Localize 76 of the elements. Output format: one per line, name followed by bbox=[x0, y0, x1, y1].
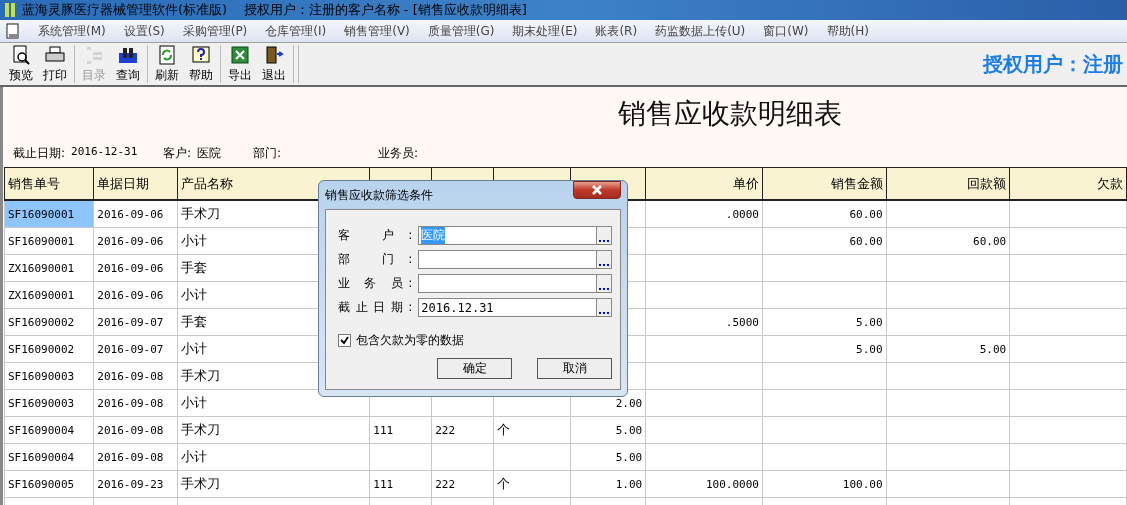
table-cell: 60.00 bbox=[886, 227, 1010, 255]
report-title: 销售应收款明细表 bbox=[618, 96, 842, 132]
filter-value: 医院 bbox=[197, 145, 222, 162]
menu-item[interactable]: 窗口(W) bbox=[763, 22, 809, 40]
table-cell: 5.00 bbox=[886, 335, 1010, 363]
table-cell: SF16090001 bbox=[4, 227, 94, 255]
table-cell: SF16090002 bbox=[4, 335, 94, 363]
input-field[interactable]: 2016.12.31 bbox=[418, 298, 612, 317]
column-header[interactable]: 回款额 bbox=[886, 167, 1010, 200]
table-cell: 60.00 bbox=[762, 200, 887, 228]
table-cell: 1.00 bbox=[570, 470, 646, 498]
table-cell: 2016-09-08 bbox=[93, 443, 178, 471]
table-cell: 60.00 bbox=[762, 227, 887, 255]
table-cell: SF16090003 bbox=[4, 389, 94, 417]
menu-item[interactable]: 系统管理(M) bbox=[38, 22, 106, 40]
toolbar-button[interactable]: 导出 bbox=[225, 44, 255, 84]
cancel-button[interactable]: 取消 bbox=[537, 358, 612, 379]
table-cell: 小计 bbox=[177, 443, 370, 471]
table-cell: SF16090005 bbox=[4, 470, 94, 498]
filter-value: 2016-12-31 bbox=[71, 145, 138, 160]
menu-item[interactable]: 期末处理(E) bbox=[512, 22, 578, 40]
table-cell: 手术刀 bbox=[177, 416, 370, 444]
table-cell: 2016-09-08 bbox=[93, 416, 178, 444]
toolbar-button[interactable]: 查询 bbox=[113, 44, 143, 84]
filter-label: 截止日期: bbox=[13, 145, 66, 162]
table-cell: SF16090004 bbox=[4, 443, 94, 471]
toolbar-button[interactable]: 退出 bbox=[259, 44, 289, 84]
table-cell: 2016-09-06 bbox=[93, 281, 178, 309]
menu-item[interactable]: 药监数据上传(U) bbox=[655, 22, 746, 40]
menu-item[interactable]: 账表(R) bbox=[595, 22, 638, 40]
table-cell: SF16090003 bbox=[4, 362, 94, 390]
table-cell: 100.00 bbox=[762, 470, 887, 498]
window-title: 蓝海灵豚医疗器械管理软件(标准版) 授权用户：注册的客户名称 - [销售应收款明细表] bbox=[22, 1, 527, 19]
menu-item[interactable]: 设置(S) bbox=[123, 22, 165, 40]
ok-button[interactable]: 确定 bbox=[437, 358, 512, 379]
table-cell: 手术刀 bbox=[177, 470, 370, 498]
menu-item[interactable]: 销售管理(V) bbox=[344, 22, 410, 40]
filter-label: 客户: bbox=[163, 145, 192, 162]
column-header[interactable]: 销售金额 bbox=[762, 167, 887, 200]
table-cell: 2016-09-08 bbox=[93, 362, 178, 390]
table-cell: 2016-09-07 bbox=[93, 335, 178, 363]
license-text: 授权用户：注册 bbox=[983, 50, 1124, 78]
table-cell: 2016-09-06 bbox=[93, 227, 178, 255]
table-cell: 5.00 bbox=[762, 335, 887, 363]
menu-item[interactable]: 仓库管理(I) bbox=[265, 22, 327, 40]
table-cell: 2016-09-06 bbox=[93, 200, 178, 228]
table-cell: 100.0000 bbox=[645, 470, 763, 498]
column-header[interactable]: 欠款 bbox=[1009, 167, 1127, 200]
table-cell: ZX16090001 bbox=[4, 281, 94, 309]
menu-item[interactable]: 采购管理(P) bbox=[182, 22, 248, 40]
table-cell: SF16090002 bbox=[4, 308, 94, 336]
table-cell: ZX16090001 bbox=[4, 254, 94, 282]
table-cell: 5.00 bbox=[570, 416, 646, 444]
column-header[interactable]: 单价 bbox=[645, 167, 763, 200]
toolbar-button[interactable]: 帮助 bbox=[186, 44, 216, 84]
table-cell: 5.00 bbox=[570, 443, 646, 471]
table-cell: SF16090001 bbox=[4, 200, 94, 228]
table-cell: 个 bbox=[493, 416, 571, 444]
table-cell: 个 bbox=[493, 470, 571, 498]
menu-item[interactable]: 质量管理(G) bbox=[427, 22, 495, 40]
table-cell: SF16090004 bbox=[4, 416, 94, 444]
filter-label: 部门: bbox=[253, 145, 282, 162]
menu-item[interactable]: 帮助(H) bbox=[826, 22, 869, 40]
filter-label: 业务员: bbox=[378, 145, 419, 162]
table-cell: 2016-09-23 bbox=[93, 470, 178, 498]
table-cell: 2016-09-06 bbox=[93, 254, 178, 282]
table-cell: 2016-09-07 bbox=[93, 308, 178, 336]
table-cell: .0000 bbox=[645, 200, 763, 228]
table-cell: .5000 bbox=[645, 308, 763, 336]
column-header[interactable]: 销售单号 bbox=[4, 167, 94, 200]
toolbar-button[interactable]: 打印 bbox=[40, 44, 70, 84]
column-header[interactable]: 单据日期 bbox=[93, 167, 178, 200]
toolbar-button[interactable]: 预览 bbox=[6, 44, 36, 84]
table-cell: 2016-09-08 bbox=[93, 389, 178, 417]
table-cell: 5.00 bbox=[762, 308, 887, 336]
toolbar-button[interactable]: 刷新 bbox=[152, 44, 182, 84]
